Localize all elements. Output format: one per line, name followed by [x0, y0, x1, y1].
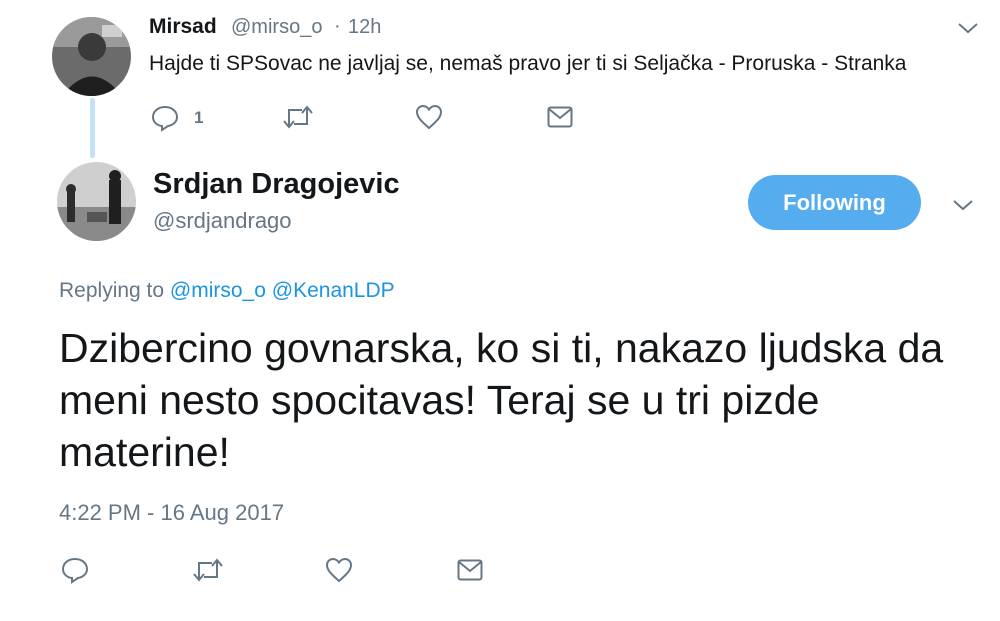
reply-button[interactable] [60, 556, 90, 584]
mirsad-avatar[interactable] [52, 17, 131, 96]
chevron-down-icon[interactable] [956, 20, 980, 41]
tweet-timestamp[interactable]: 4:22 PM - 16 Aug 2017 [59, 500, 284, 526]
retweet-icon [193, 558, 223, 582]
retweet-button[interactable] [192, 557, 224, 583]
replying-to: Replying to @mirso_o @KenanLDP [59, 279, 395, 303]
like-button[interactable] [325, 557, 353, 583]
reply-author-handle[interactable]: @mirso_o [231, 16, 322, 39]
like-button[interactable] [415, 104, 443, 130]
reply-icon [61, 557, 89, 584]
reply-time[interactable]: 12h [348, 16, 381, 39]
reply-button[interactable]: 1 [150, 104, 203, 132]
like-icon [325, 557, 353, 583]
following-button[interactable]: Following [748, 175, 921, 230]
thread-connector [90, 98, 95, 158]
replying-prefix: Replying to [59, 279, 165, 302]
tweet-text: Dzibercino govnarska, ko si ti, nakazo l… [59, 325, 944, 475]
chevron-down-icon[interactable] [951, 197, 975, 218]
tweet-author-handle[interactable]: @srdjandrago [153, 208, 292, 234]
reply-count: 1 [194, 108, 204, 127]
like-icon [415, 104, 443, 130]
dm-button[interactable] [457, 559, 483, 581]
tweet-author-name[interactable]: Srdjan Dragojevic [153, 168, 400, 201]
separator-dot: · [334, 15, 341, 37]
retweet-button[interactable] [282, 104, 314, 130]
mention-link[interactable]: @mirso_o [170, 279, 266, 302]
dm-icon [547, 106, 573, 128]
retweet-icon [283, 105, 313, 129]
dm-button[interactable] [547, 106, 573, 128]
mention-link[interactable]: @KenanLDP [272, 279, 395, 302]
dm-icon [457, 559, 483, 581]
srdjan-avatar[interactable] [57, 162, 136, 241]
reply-text: Hajde ti SPSovac ne javljaj se, nemaš pr… [149, 52, 907, 75]
reply-author-name[interactable]: Mirsad [149, 15, 217, 39]
reply-icon [151, 105, 179, 132]
